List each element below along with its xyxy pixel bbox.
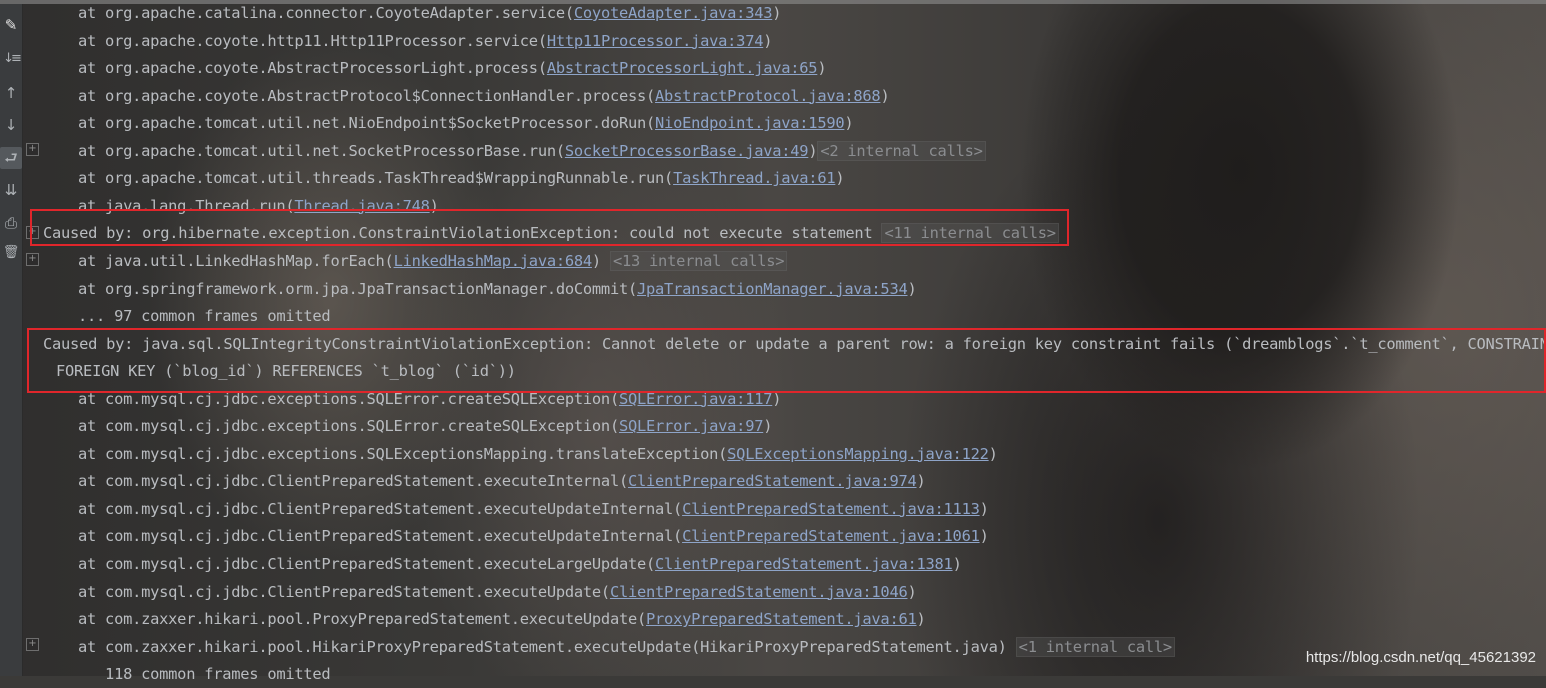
source-link[interactable]: SocketProcessorBase.java:49: [565, 142, 809, 160]
stack-trace-line: at com.zaxxer.hikari.pool.ProxyPreparedS…: [78, 606, 926, 633]
stack-trace-line: at com.mysql.cj.jdbc.ClientPreparedState…: [78, 523, 989, 550]
frame-text: at org.apache.catalina.connector.CoyoteA…: [78, 4, 574, 22]
source-link[interactable]: CoyoteAdapter.java:343: [574, 4, 773, 22]
sort-icon[interactable]: ↓≡: [0, 48, 22, 70]
console-toolbar: ✎ ↓≡ ↑ ↓ ⮐ ⇊ ⎙ 🗑: [0, 4, 23, 676]
frame-suffix: ): [880, 86, 890, 105]
frame-suffix: ): [817, 59, 827, 78]
internal-calls-toggle[interactable]: <1 internal call>: [1015, 636, 1175, 657]
scroll-to-end-icon[interactable]: ⇊: [0, 179, 22, 201]
stack-trace-line: at com.mysql.cj.jdbc.ClientPreparedState…: [78, 579, 917, 606]
frame-text: at com.mysql.cj.jdbc.ClientPreparedState…: [78, 582, 610, 601]
frame-suffix: ): [979, 499, 989, 518]
stack-trace-line: at com.mysql.cj.jdbc.ClientPreparedState…: [78, 496, 989, 523]
source-link[interactable]: LinkedHashMap.java:684: [394, 252, 593, 270]
source-link[interactable]: SQLExceptionsMapping.java:122: [727, 445, 989, 463]
internal-calls-toggle[interactable]: <13 internal calls>: [609, 250, 788, 271]
source-link[interactable]: SQLError.java:97: [619, 417, 764, 435]
stack-trace-line: at org.apache.catalina.connector.CoyoteA…: [78, 0, 782, 27]
stack-trace-line: ... 97 common frames omitted: [78, 303, 331, 330]
source-link[interactable]: AbstractProtocol.java:868: [655, 87, 881, 105]
pencil-icon[interactable]: ✎: [0, 14, 22, 36]
source-link[interactable]: Http11Processor.java:374: [547, 32, 764, 50]
trash-icon[interactable]: 🗑: [0, 242, 22, 264]
fold-expand-icon[interactable]: +: [26, 143, 39, 156]
frame-suffix: ): [591, 251, 610, 270]
frame-suffix: ): [763, 31, 773, 50]
frame-text: at com.mysql.cj.jdbc.ClientPreparedState…: [78, 527, 683, 546]
frame-suffix: ): [772, 4, 782, 22]
watermark: https://blog.csdn.net/qq_45621392: [1305, 649, 1536, 666]
stack-trace-line: at com.mysql.cj.jdbc.ClientPreparedState…: [78, 551, 962, 578]
frame-suffix: ): [988, 444, 998, 463]
source-link[interactable]: ClientPreparedStatement.java:1046: [610, 583, 908, 601]
stack-trace-line: at com.mysql.cj.jdbc.ClientPreparedState…: [78, 468, 926, 495]
frame-suffix: ): [808, 141, 818, 160]
source-link[interactable]: JpaTransactionManager.java:534: [637, 280, 908, 298]
stack-trace-line: at java.util.LinkedHashMap.forEach(Linke…: [78, 248, 788, 275]
source-link[interactable]: ClientPreparedStatement.java:1381: [655, 555, 953, 573]
frame-text: at com.zaxxer.hikari.pool.HikariProxyPre…: [78, 637, 1016, 656]
highlight-box: [30, 209, 1069, 246]
down-arrow-icon[interactable]: ↓: [0, 114, 22, 136]
frame-text: at com.mysql.cj.jdbc.ClientPreparedState…: [78, 555, 656, 573]
stack-trace-line: at org.apache.coyote.AbstractProcessorLi…: [78, 55, 827, 82]
fold-expand-icon[interactable]: +: [26, 638, 39, 651]
frame-suffix: ): [907, 279, 917, 298]
frame-suffix: ): [907, 582, 917, 601]
frame-text: at com.mysql.cj.jdbc.ClientPreparedState…: [78, 472, 628, 491]
frame-suffix: ): [835, 169, 845, 188]
frame-text: at com.mysql.cj.jdbc.exceptions.SQLExcep…: [78, 444, 728, 463]
frame-text: at org.apache.coyote.AbstractProcessorLi…: [78, 59, 547, 78]
source-link[interactable]: AbstractProcessorLight.java:65: [547, 59, 818, 77]
up-arrow-icon[interactable]: ↑: [0, 82, 22, 104]
source-link[interactable]: ClientPreparedStatement.java:1061: [682, 527, 980, 545]
print-icon[interactable]: ⎙: [0, 212, 22, 234]
stack-trace-line: at org.apache.tomcat.util.net.SocketProc…: [78, 138, 986, 165]
source-link[interactable]: ClientPreparedStatement.java:1113: [682, 500, 980, 518]
frame-suffix: ): [952, 555, 962, 573]
frame-text: at java.util.LinkedHashMap.forEach(: [78, 251, 394, 270]
source-link[interactable]: TaskThread.java:61: [673, 169, 836, 187]
frame-suffix: ): [844, 114, 854, 133]
stack-trace-line: at org.apache.tomcat.util.threads.TaskTh…: [78, 165, 845, 192]
frame-suffix: ): [763, 417, 773, 436]
stack-trace-line: at com.mysql.cj.jdbc.exceptions.SQLExcep…: [78, 441, 998, 468]
soft-wrap-icon[interactable]: ⮐: [0, 147, 22, 169]
stack-trace-line: at com.zaxxer.hikari.pool.HikariProxyPre…: [78, 634, 1175, 661]
frame-suffix: ): [979, 527, 989, 546]
frame-text: 118 common frames omitted: [78, 665, 331, 684]
stack-trace-line: 118 common frames omitted: [78, 661, 331, 688]
stack-trace-line: at org.springframework.orm.jpa.JpaTransa…: [78, 276, 917, 303]
frame-text: ... 97 common frames omitted: [78, 307, 331, 326]
source-link[interactable]: ClientPreparedStatement.java:974: [628, 472, 917, 490]
frame-suffix: ): [916, 610, 926, 629]
frame-text: at org.apache.tomcat.util.net.SocketProc…: [78, 141, 565, 160]
frame-text: at org.apache.tomcat.util.net.NioEndpoin…: [78, 114, 656, 133]
frame-text: at org.apache.coyote.AbstractProtocol$Co…: [78, 86, 656, 105]
frame-text: at org.apache.tomcat.util.threads.TaskTh…: [78, 169, 674, 188]
source-link[interactable]: NioEndpoint.java:1590: [655, 114, 845, 132]
frame-suffix: ): [916, 472, 926, 491]
internal-calls-toggle[interactable]: <2 internal calls>: [817, 140, 986, 161]
stack-trace-line: at com.mysql.cj.jdbc.exceptions.SQLError…: [78, 413, 773, 440]
highlight-box: [27, 328, 1546, 393]
stack-trace-line: at org.apache.tomcat.util.net.NioEndpoin…: [78, 110, 854, 137]
frame-text: at com.zaxxer.hikari.pool.ProxyPreparedS…: [78, 610, 647, 629]
source-link[interactable]: ProxyPreparedStatement.java:61: [646, 610, 917, 628]
frame-text: at com.mysql.cj.jdbc.ClientPreparedState…: [78, 499, 683, 518]
fold-expand-icon[interactable]: +: [26, 253, 39, 266]
stack-trace-line: at org.apache.coyote.http11.Http11Proces…: [78, 28, 773, 55]
frame-text: at org.apache.coyote.http11.Http11Proces…: [78, 31, 547, 50]
frame-text: at com.mysql.cj.jdbc.exceptions.SQLError…: [78, 417, 619, 436]
stack-trace-line: at org.apache.coyote.AbstractProtocol$Co…: [78, 83, 890, 110]
frame-text: at org.springframework.orm.jpa.JpaTransa…: [78, 279, 637, 298]
